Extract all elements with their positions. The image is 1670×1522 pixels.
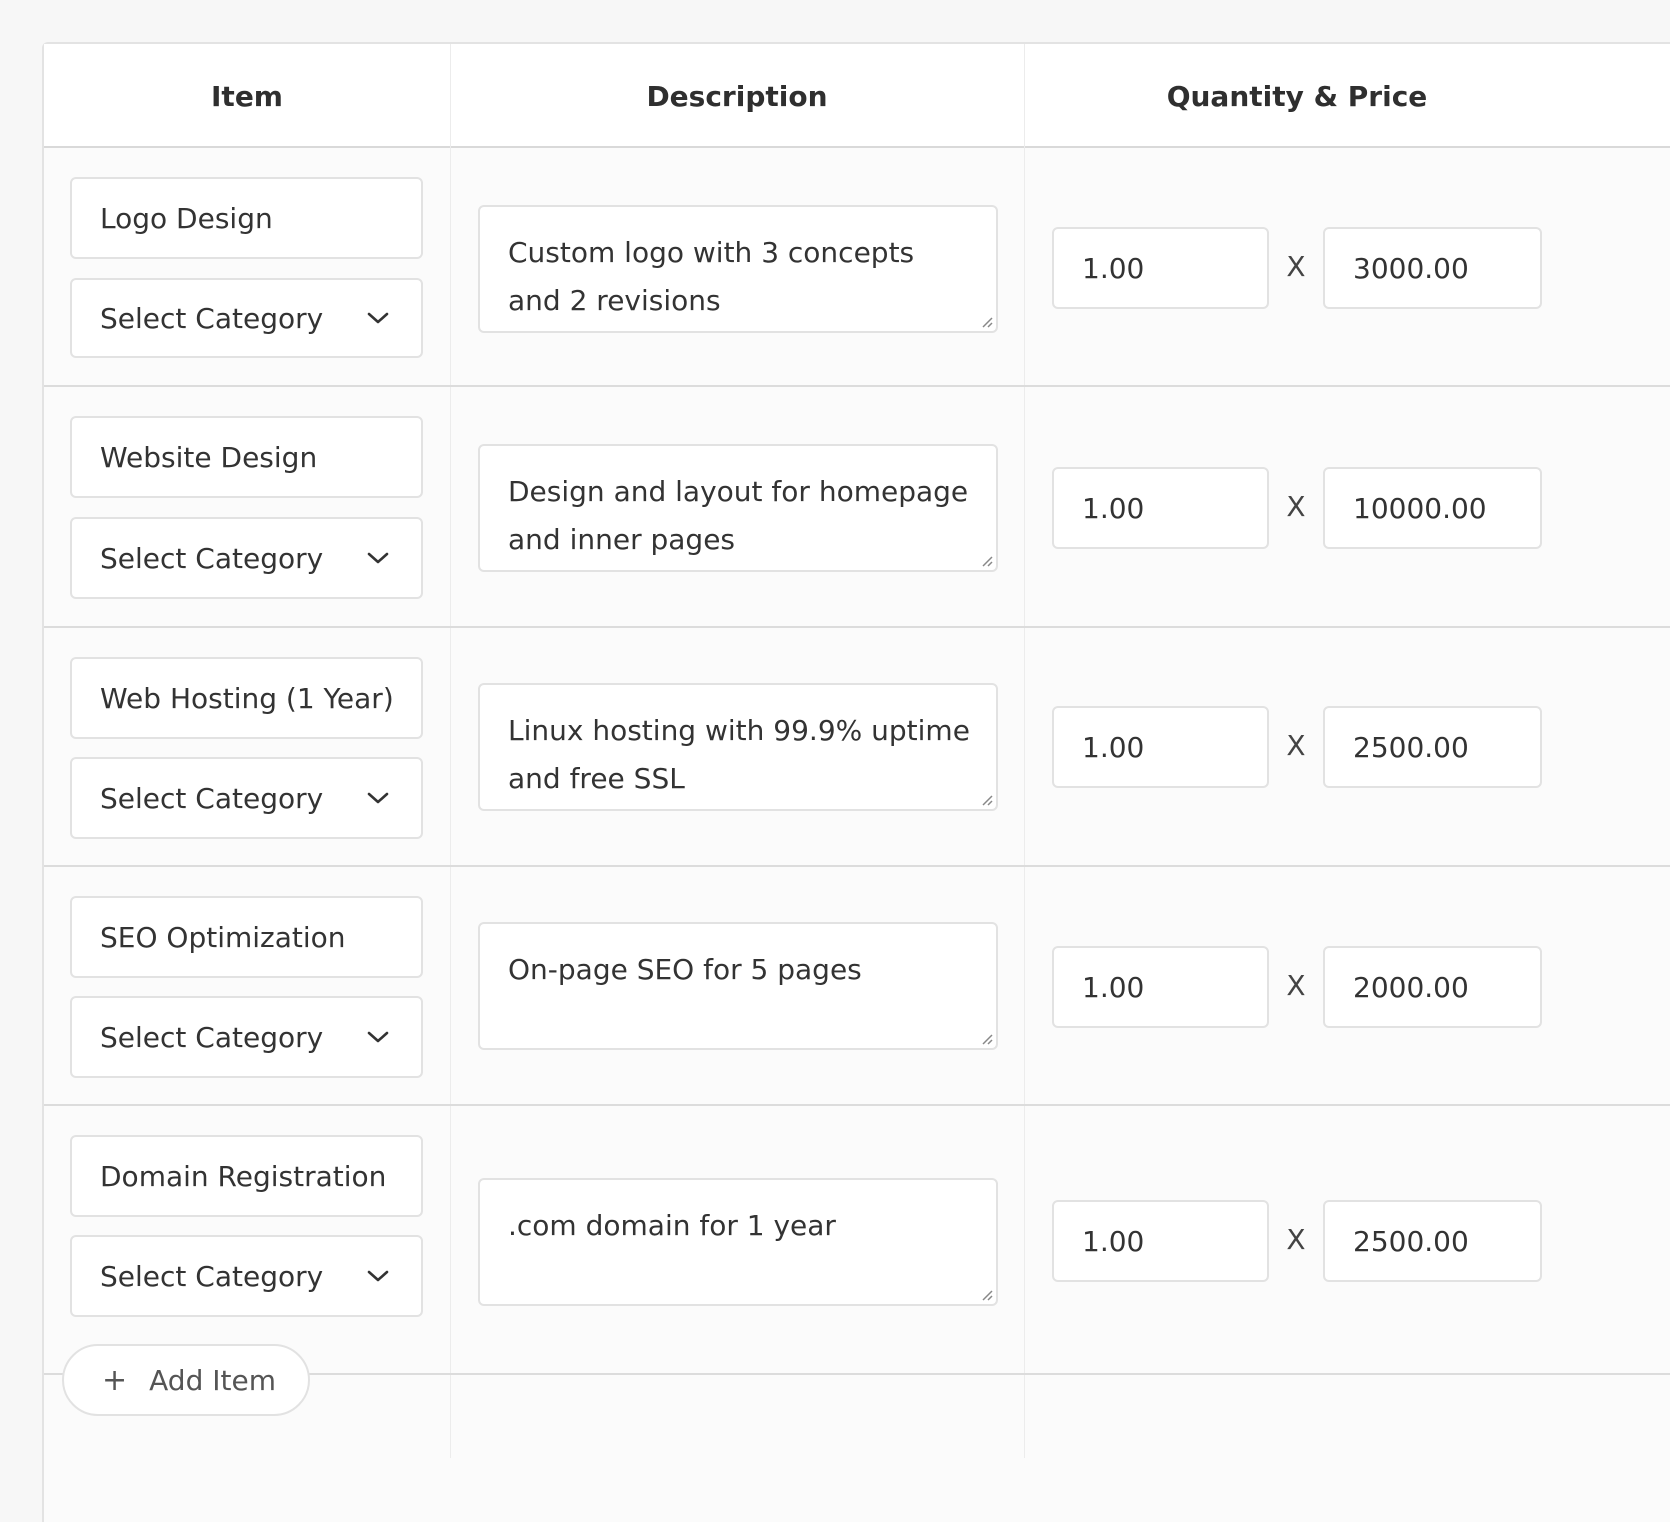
item-name-input[interactable]: SEO Optimization bbox=[70, 896, 423, 978]
category-select[interactable]: Select Category bbox=[70, 278, 423, 358]
price-input[interactable]: 2500.00 bbox=[1323, 706, 1542, 788]
column-divider bbox=[1024, 148, 1025, 1458]
multiply-symbol: X bbox=[1286, 1223, 1306, 1256]
column-divider bbox=[450, 148, 451, 1458]
column-header-quantity-price: Quantity & Price bbox=[1166, 79, 1428, 113]
row-divider bbox=[44, 385, 1670, 387]
add-item-label: Add Item bbox=[149, 1363, 276, 1397]
description-text: Custom logo with 3 concepts and 2 revisi… bbox=[508, 236, 915, 317]
category-select[interactable]: Select Category bbox=[70, 1235, 423, 1317]
multiply-symbol: X bbox=[1286, 250, 1306, 283]
row-divider bbox=[44, 865, 1670, 867]
resize-grip-icon[interactable] bbox=[978, 1286, 994, 1302]
item-name-input[interactable]: Logo Design bbox=[70, 177, 423, 259]
quantity-input[interactable]: 1.00 bbox=[1052, 946, 1269, 1028]
category-select[interactable]: Select Category bbox=[70, 757, 423, 839]
category-select-value: Select Category bbox=[100, 781, 324, 815]
resize-grip-icon[interactable] bbox=[978, 313, 994, 329]
chevron-down-icon bbox=[365, 1024, 391, 1050]
price-input[interactable]: 2000.00 bbox=[1323, 946, 1542, 1028]
resize-grip-icon[interactable] bbox=[978, 552, 994, 568]
table-header: Item Description Quantity & Price bbox=[44, 44, 1670, 148]
description-textarea[interactable]: Design and layout for homepage and inner… bbox=[478, 444, 998, 572]
multiply-symbol: X bbox=[1286, 729, 1306, 762]
category-select-value: Select Category bbox=[100, 541, 324, 575]
row-divider bbox=[44, 1104, 1670, 1106]
quantity-input[interactable]: 1.00 bbox=[1052, 467, 1269, 549]
category-select[interactable]: Select Category bbox=[70, 996, 423, 1078]
description-text: Design and layout for homepage and inner… bbox=[508, 475, 969, 556]
category-select-value: Select Category bbox=[100, 1259, 324, 1293]
column-header-item: Item bbox=[211, 79, 283, 113]
plus-icon: + bbox=[102, 1362, 128, 1398]
price-input[interactable]: 2500.00 bbox=[1323, 1200, 1542, 1282]
quantity-input[interactable]: 1.00 bbox=[1052, 227, 1269, 309]
resize-grip-icon[interactable] bbox=[978, 1030, 994, 1046]
add-item-button[interactable]: + Add Item bbox=[62, 1344, 310, 1416]
item-name-input[interactable]: Website Design bbox=[70, 416, 423, 498]
resize-grip-icon[interactable] bbox=[978, 791, 994, 807]
chevron-down-icon bbox=[365, 785, 391, 811]
item-name-input[interactable]: Web Hosting (1 Year) bbox=[70, 657, 423, 739]
multiply-symbol: X bbox=[1286, 969, 1306, 1002]
item-name-input[interactable]: Domain Registration bbox=[70, 1135, 423, 1217]
category-select-value: Select Category bbox=[100, 301, 324, 335]
price-input[interactable]: 10000.00 bbox=[1323, 467, 1542, 549]
column-header-description: Description bbox=[646, 79, 828, 113]
multiply-symbol: X bbox=[1286, 490, 1306, 523]
description-text: Linux hosting with 99.9% uptime and free… bbox=[508, 714, 970, 795]
row-divider bbox=[44, 626, 1670, 628]
description-text: On-page SEO for 5 pages bbox=[508, 953, 862, 986]
description-textarea[interactable]: Custom logo with 3 concepts and 2 revisi… bbox=[478, 205, 998, 333]
description-textarea[interactable]: Linux hosting with 99.9% uptime and free… bbox=[478, 683, 998, 811]
chevron-down-icon bbox=[365, 305, 391, 331]
chevron-down-icon bbox=[365, 545, 391, 571]
chevron-down-icon bbox=[365, 1263, 391, 1289]
category-select-value: Select Category bbox=[100, 1020, 324, 1054]
quantity-input[interactable]: 1.00 bbox=[1052, 706, 1269, 788]
description-textarea[interactable]: On-page SEO for 5 pages bbox=[478, 922, 998, 1050]
description-textarea[interactable]: .com domain for 1 year bbox=[478, 1178, 998, 1306]
category-select[interactable]: Select Category bbox=[70, 517, 423, 599]
quantity-input[interactable]: 1.00 bbox=[1052, 1200, 1269, 1282]
price-input[interactable]: 3000.00 bbox=[1323, 227, 1542, 309]
description-text: .com domain for 1 year bbox=[508, 1209, 836, 1242]
